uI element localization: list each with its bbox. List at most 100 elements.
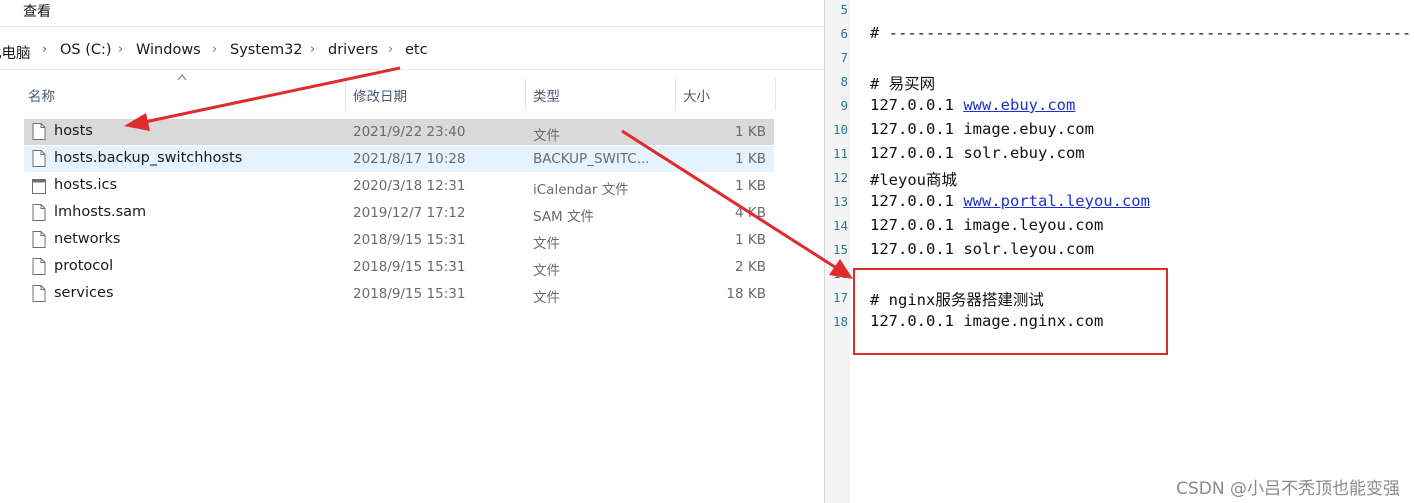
file-name: protocol [54,258,114,274]
chevron-right-icon[interactable]: › [388,42,393,57]
code-line[interactable]: 6 # -------------------------------------… [825,23,1414,47]
file-row-protocol[interactable]: protocol 2018/9/15 15:31 文件 2 KB [24,254,774,280]
code-line[interactable]: 5 [825,0,1414,23]
chevron-right-icon[interactable]: › [118,42,123,57]
line-text: # 易买网 [870,75,936,93]
sort-ascending-icon [177,74,187,81]
line-number: 8 [840,74,848,89]
code-line[interactable]: 14 127.0.0.1 image.leyou.com [825,215,1414,239]
hyperlink[interactable]: www.ebuy.com [963,96,1075,114]
file-type: 文件 [533,263,560,279]
column-divider[interactable] [345,78,346,110]
breadcrumb: 此电脑 › OS (C:) › Windows › System32 › dri… [0,34,824,68]
file-type: iCalendar 文件 [533,182,629,198]
line-number: 17 [832,290,848,305]
file-type: 文件 [533,236,560,252]
file-row-hosts-backup[interactable]: hosts.backup_switchhosts 2021/8/17 10:28… [24,146,774,172]
file-modified-date: 2021/8/17 10:28 [353,151,466,167]
file-name: lmhosts.sam [54,204,147,220]
breadcrumb-item-os-c[interactable]: OS (C:) [60,42,112,58]
code-line[interactable]: 9 127.0.0.1 www.ebuy.com [825,95,1414,119]
file-size: 2 KB [735,259,766,275]
line-text: 127.0.0.1 image.ebuy.com [870,120,1094,138]
breadcrumb-item-drivers[interactable]: drivers [328,42,378,58]
chevron-right-icon[interactable]: › [212,42,217,57]
file-size: 1 KB [735,178,766,194]
line-number: 11 [832,146,848,161]
file-size: 1 KB [735,124,766,140]
line-text: 127.0.0.1 www.portal.leyou.com [870,192,1150,210]
breadcrumb-item-this-pc[interactable]: 此电脑 [0,42,31,63]
file-type: 文件 [533,290,560,306]
line-text: 127.0.0.1 image.leyou.com [870,216,1104,234]
code-line[interactable]: 12 #leyou商城 [825,167,1414,191]
line-text: #leyou商城 [870,171,957,189]
column-header-date[interactable]: 修改日期 [353,85,407,105]
file-type: BACKUP_SWITC... [533,151,650,167]
file-modified-date: 2019/12/7 17:12 [353,205,466,221]
column-divider[interactable] [775,78,776,110]
file-name: services [54,285,114,301]
breadcrumb-item-windows[interactable]: Windows [136,42,201,58]
line-number: 14 [832,218,848,233]
file-modified-date: 2021/9/22 23:40 [353,124,466,140]
column-header-type[interactable]: 类型 [533,85,560,105]
file-modified-date: 2018/9/15 15:31 [353,259,466,275]
line-number: 10 [832,122,848,137]
code-line[interactable]: 13 127.0.0.1 www.portal.leyou.com [825,191,1414,215]
hyperlink[interactable]: www.portal.leyou.com [963,192,1150,210]
breadcrumb-item-etc[interactable]: etc [405,42,428,58]
code-line[interactable]: 7 [825,47,1414,71]
code-line[interactable]: 10 127.0.0.1 image.ebuy.com [825,119,1414,143]
breadcrumb-divider [0,69,824,70]
menubar-divider [0,26,824,27]
column-divider[interactable] [675,78,676,110]
line-number: 9 [840,98,848,113]
line-number: 16 [832,266,848,281]
chevron-right-icon[interactable]: › [310,42,315,57]
file-icon [32,285,46,302]
file-size: 4 KB [735,205,766,221]
file-row-services[interactable]: services 2018/9/15 15:31 文件 18 KB [24,281,774,307]
file-icon [32,231,46,248]
file-type: SAM 文件 [533,209,594,225]
file-size: 1 KB [735,151,766,167]
column-header-name[interactable]: 名称 [28,85,55,105]
file-row-hosts-ics[interactable]: hosts.ics 2020/3/18 12:31 iCalendar 文件 1… [24,173,774,199]
file-icon [32,258,46,275]
file-size: 1 KB [735,232,766,248]
file-type: 文件 [533,128,560,144]
file-modified-date: 2018/9/15 15:31 [353,286,466,302]
code-line[interactable]: 15 127.0.0.1 solr.leyou.com [825,239,1414,263]
line-number: 5 [840,2,848,17]
file-icon [32,123,46,140]
code-line[interactable]: 8 # 易买网 [825,71,1414,95]
code-line[interactable]: 11 127.0.0.1 solr.ebuy.com [825,143,1414,167]
chevron-right-icon[interactable]: › [42,42,47,57]
file-name: hosts [54,123,93,139]
file-explorer-pane: 查看 此电脑 › OS (C:) › Windows › System32 › … [0,0,824,503]
file-row-networks[interactable]: networks 2018/9/15 15:31 文件 1 KB [24,227,774,253]
line-number: 18 [832,314,848,329]
file-name: networks [54,231,121,247]
column-header-size[interactable]: 大小 [683,85,710,105]
file-size: 18 KB [726,286,766,302]
file-modified-date: 2020/3/18 12:31 [353,178,466,194]
line-text: 127.0.0.1 www.ebuy.com [870,96,1076,114]
file-name: hosts.backup_switchhosts [54,150,243,166]
menu-view[interactable]: 查看 [23,1,51,21]
line-number: 13 [832,194,848,209]
file-row-lmhosts[interactable]: lmhosts.sam 2019/12/7 17:12 SAM 文件 4 KB [24,200,774,226]
breadcrumb-item-system32[interactable]: System32 [230,42,303,58]
file-icon [32,204,46,221]
line-text: 127.0.0.1 solr.leyou.com [870,240,1094,258]
file-row-hosts[interactable]: hosts 2021/9/22 23:40 文件 1 KB [24,119,774,145]
line-number: 6 [840,26,848,41]
line-text: 127.0.0.1 solr.ebuy.com [870,144,1085,162]
column-divider[interactable] [525,78,526,110]
annotation-highlight-box [853,268,1168,355]
text-editor-pane[interactable]: 5 6 # ------------------------------------… [824,0,1414,503]
line-number: 15 [832,242,848,257]
line-number: 12 [832,170,848,185]
file-modified-date: 2018/9/15 15:31 [353,232,466,248]
